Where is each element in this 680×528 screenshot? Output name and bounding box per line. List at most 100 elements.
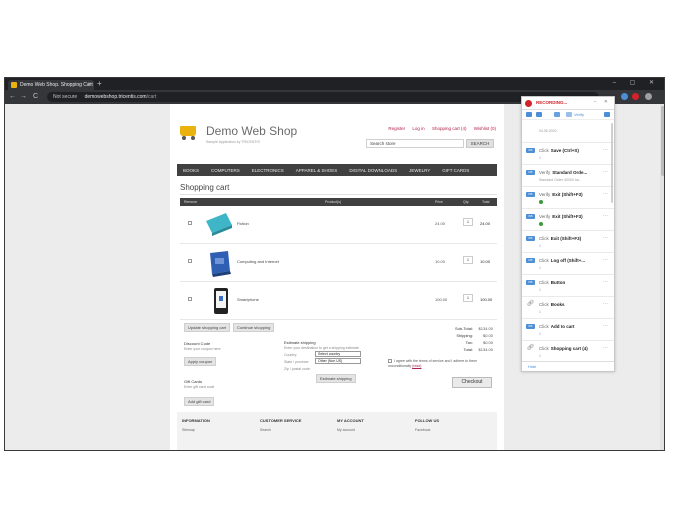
remove-checkbox[interactable] — [188, 297, 192, 301]
menu-item-digital-downloads[interactable]: DIGITAL DOWNLOADS — [343, 168, 403, 173]
terms-checkbox[interactable] — [388, 359, 392, 364]
quantity-input[interactable]: 1 — [463, 218, 473, 226]
pause-icon[interactable] — [536, 112, 542, 117]
list-item[interactable]: KB Verify Standard Orde... ··· Standard O… — [522, 165, 614, 187]
unit-price: 24.00 — [435, 221, 446, 226]
footer-link[interactable]: Sitemap — [182, 428, 210, 432]
remove-checkbox[interactable] — [188, 259, 192, 263]
recorder-extension-icon[interactable] — [632, 93, 639, 100]
browser-tab[interactable]: Demo Web Shop. Shopping Cart × — [8, 80, 94, 90]
more-icon[interactable]: ··· — [603, 257, 608, 263]
more-icon[interactable]: ··· — [603, 235, 608, 241]
forward-icon[interactable]: → — [20, 91, 27, 103]
table-row: Computing and Internet 10.00 1 10.00 — [180, 244, 497, 282]
update-cart-button[interactable]: Update shopping cart — [184, 323, 231, 332]
menu-item-apparel[interactable]: APPAREL & SHOES — [290, 168, 344, 173]
more-icon[interactable]: ··· — [603, 301, 608, 307]
list-item[interactable]: KB Verify Exit (Shift+F3) ··· — [522, 209, 614, 231]
footer-link[interactable]: My account — [337, 428, 364, 432]
more-icon[interactable]: ··· — [603, 191, 608, 197]
product-name-link[interactable]: Computing and Internet — [237, 259, 279, 264]
menu-item-computers[interactable]: COMPUTERS — [205, 168, 246, 173]
checkout-button[interactable]: Checkout — [452, 377, 492, 388]
extension-icon[interactable] — [621, 93, 628, 100]
reload-icon[interactable]: C — [33, 91, 38, 103]
menu-item-electronics[interactable]: ELECTRONICS — [246, 168, 290, 173]
record-icon[interactable] — [526, 112, 532, 117]
more-icon[interactable]: ··· — [603, 323, 608, 329]
more-icon[interactable]: ··· — [603, 213, 608, 219]
list-item[interactable]: KB Click Button ··· 1 — [522, 275, 614, 297]
keyboard-icon: KB — [526, 236, 535, 241]
tab-close-icon[interactable]: × — [87, 80, 91, 90]
smartphone-image[interactable] — [212, 287, 230, 315]
recorder-window-controls[interactable]: – ✕ — [594, 99, 611, 105]
footer-link[interactable]: Search — [260, 428, 301, 432]
continue-shopping-button[interactable]: Continue shopping — [233, 323, 275, 332]
remove-checkbox[interactable] — [188, 221, 192, 225]
list-item[interactable]: KB Click Exit (Shift+F3) ··· 1 — [522, 231, 614, 253]
list-item[interactable]: KB Click Save (Ctrl+S) ··· 1 — [522, 143, 614, 165]
search-input[interactable]: Search store — [366, 139, 464, 148]
more-icon[interactable]: ··· — [603, 169, 608, 175]
fiction-book-image[interactable] — [202, 211, 234, 237]
recorded-steps-list[interactable]: 04.05.2020 KB Click Save (Ctrl+S) ··· 1 K… — [522, 121, 614, 357]
quantity-input[interactable]: 1 — [463, 256, 473, 264]
verify-label[interactable]: Verify — [574, 112, 584, 117]
verify-icon[interactable] — [566, 112, 572, 117]
quantity-input[interactable]: 1 — [463, 294, 473, 302]
more-icon[interactable]: ··· — [603, 345, 608, 351]
product-name-link[interactable]: Fiction — [237, 221, 249, 226]
settings-icon[interactable] — [604, 112, 610, 117]
shopping-cart-link[interactable]: Shopping cart (4) — [432, 126, 467, 131]
menu-item-books[interactable]: BOOKS — [177, 168, 205, 173]
profile-avatar[interactable] — [645, 93, 652, 100]
step-detail: 1 — [539, 156, 541, 160]
menu-item-jewelry[interactable]: JEWELRY — [403, 168, 436, 173]
shop-page: Demo Web Shop Sample Application by TRIC… — [170, 104, 504, 450]
footer-column: INFORMATION Sitemap — [182, 418, 210, 432]
add-gift-card-button[interactable]: Add gift card — [184, 397, 215, 406]
new-tab-button[interactable]: + — [97, 79, 102, 89]
step-action: Click Button — [539, 280, 566, 285]
more-icon[interactable]: ··· — [603, 147, 608, 153]
line-total: 100.00 — [480, 297, 493, 302]
computing-book-image[interactable] — [204, 249, 234, 277]
product-name-link[interactable]: Smartphone — [237, 297, 259, 302]
list-item[interactable]: KB Click Add to cart ··· 1 — [522, 319, 614, 341]
wishlist-link[interactable]: Wishlist (0) — [474, 126, 496, 131]
apply-coupon-button[interactable]: Apply coupon — [184, 357, 217, 366]
country-label: Country: — [284, 353, 298, 357]
verified-check-icon — [539, 222, 543, 226]
shop-logo-icon[interactable] — [178, 124, 198, 140]
state-select[interactable]: Other (Non US) — [315, 358, 361, 364]
footer-link[interactable]: Facebook — [415, 428, 439, 432]
list-item[interactable]: KB Verify Exit (Shift+F3) ··· — [522, 187, 614, 209]
recorder-scrollbar[interactable] — [611, 123, 613, 203]
menu-item-gift-cards[interactable]: GIFT CARDS — [436, 168, 475, 173]
search-button[interactable]: SEARCH — [466, 139, 494, 148]
window-controls[interactable]: – ▢ ✕ — [613, 79, 660, 86]
country-select[interactable]: Select country — [315, 351, 361, 357]
page-scrollbar[interactable] — [660, 104, 664, 450]
scroll-thumb[interactable] — [661, 106, 664, 176]
more-icon[interactable]: ··· — [603, 279, 608, 285]
list-item[interactable]: 04.05.2020 — [522, 121, 614, 143]
terms-read-link[interactable]: (read) — [412, 364, 421, 368]
list-item[interactable]: 🔗︎ Click Shopping cart (4) ··· 1 — [522, 341, 614, 357]
shop-name[interactable]: Demo Web Shop — [206, 124, 297, 138]
register-link[interactable]: Register — [388, 126, 405, 131]
footer-heading: FOLLOW US — [415, 418, 439, 423]
shop-subtitle: Sample Application by TRICENTIS — [206, 140, 260, 144]
list-item[interactable]: KB Click Log off (Shift+... ··· 1 — [522, 253, 614, 275]
total-row: Sub-Total: $134.00 — [454, 326, 493, 331]
screenshot-icon[interactable] — [554, 112, 560, 117]
estimate-shipping-button[interactable]: Estimate shipping — [316, 374, 356, 383]
address-bar[interactable]: Not secure demowebshop.tricentis.com/car… — [47, 92, 599, 102]
list-item[interactable]: 🔗︎ Click Books ··· 1 — [522, 297, 614, 319]
recorder-hide-button[interactable]: Hide — [522, 361, 614, 371]
back-icon[interactable]: ← — [9, 91, 16, 103]
login-link[interactable]: Log in — [412, 126, 424, 131]
security-indicator[interactable]: Not secure — [53, 94, 77, 100]
site-footer: INFORMATION Sitemap CUSTOMER SERVICE Sea… — [177, 412, 497, 450]
